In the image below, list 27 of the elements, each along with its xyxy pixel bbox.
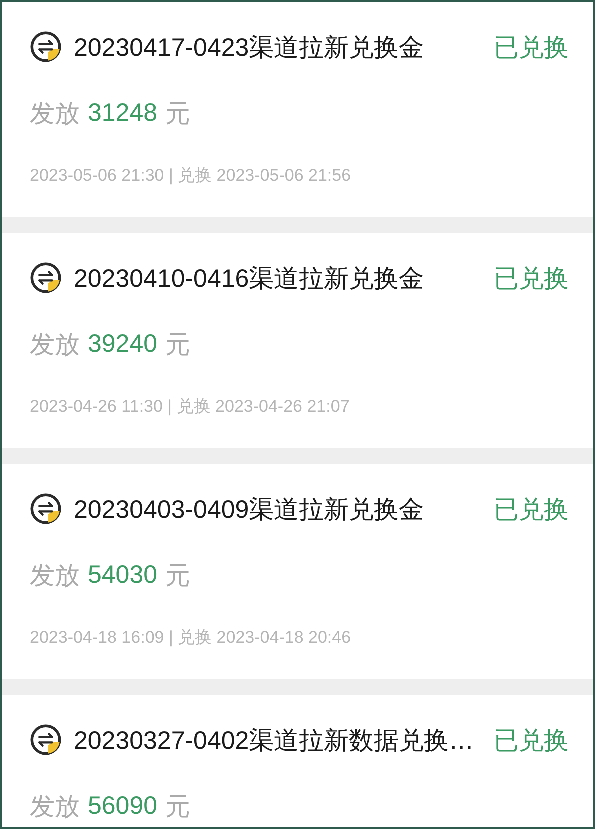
amount-value: 39240 [88, 330, 158, 358]
amount-unit: 元 [166, 98, 191, 130]
exchange-icon [30, 262, 62, 294]
amount-label: 发放 [30, 560, 80, 592]
amount-unit: 元 [166, 330, 191, 360]
amount-label: 发放 [30, 792, 80, 822]
record-title: 20230417-0423渠道拉新兑换金 [74, 32, 426, 64]
record-dates: 2023-04-26 11:30 | 兑换 2023-04-26 21:07 [30, 396, 351, 418]
amount-label: 发放 [30, 330, 80, 360]
amount-value: 56090 [88, 792, 158, 820]
status-label: 已兑换 [494, 264, 569, 294]
status-label: 已兑换 [494, 726, 569, 756]
amount-unit: 元 [166, 792, 191, 822]
record-title: 20230410-0416渠道拉新兑换金 [74, 264, 426, 294]
exchange-icon [30, 31, 62, 63]
exchange-icon [30, 724, 62, 756]
exchange-icon [30, 493, 62, 525]
amount-label: 发放 [30, 98, 80, 130]
status-label: 已兑换 [494, 32, 569, 64]
amount-value: 31248 [88, 98, 158, 128]
status-label: 已兑换 [494, 494, 569, 526]
record-title: 20230403-0409渠道拉新兑换金 [74, 494, 426, 526]
record-title: 20230327-0402渠道拉新数据兑换… [74, 726, 476, 756]
record-dates: 2023-05-06 21:30 | 兑换 2023-05-06 21:56 [30, 165, 352, 187]
amount-unit: 元 [166, 560, 191, 592]
amount-value: 54030 [88, 560, 158, 590]
record-dates: 2023-04-18 16:09 | 兑换 2023-04-18 20:46 [30, 627, 352, 649]
